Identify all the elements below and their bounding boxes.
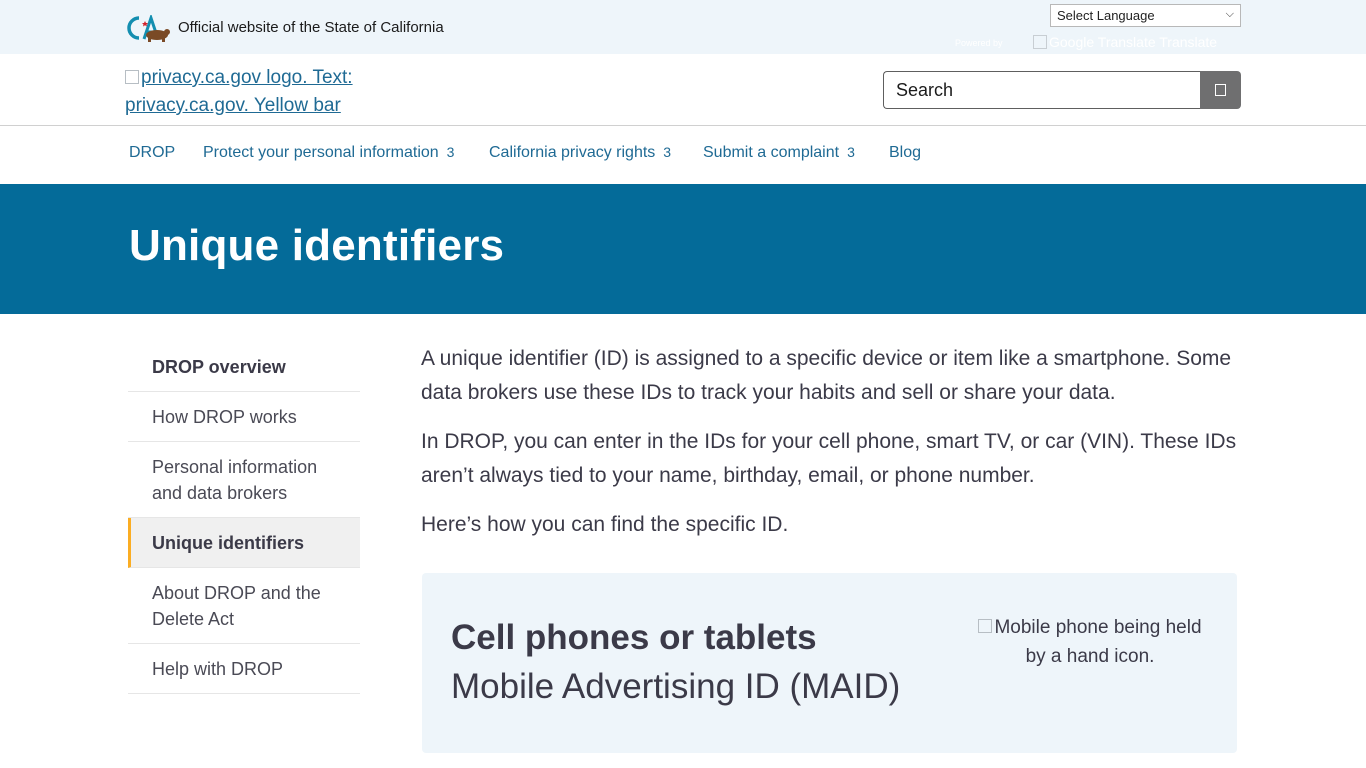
nav-item-label: Blog <box>889 144 922 161</box>
search-placeholder: Search <box>896 80 954 100</box>
broken-image-icon <box>1033 35 1047 49</box>
nav-item-label: Protect your personal information <box>203 144 439 161</box>
phone-hand-image: Mobile phone being held by a hand icon. <box>970 613 1210 671</box>
chevron-down-icon: 3 <box>663 144 672 160</box>
sidebar-item-label: About DROP and the Delete Act <box>152 583 321 629</box>
sidebar-item-label: Unique identifiers <box>152 533 305 553</box>
main-content: A unique identifier (ID) is assigned to … <box>421 342 1241 557</box>
search-icon <box>1215 84 1226 96</box>
utility-header: Official website of the State of Califor… <box>0 0 1366 54</box>
page-title: Unique identifiers <box>129 221 505 270</box>
intro-paragraph: A unique identifier (ID) is assigned to … <box>421 347 1232 404</box>
nav-item-submit-complaint[interactable]: Submit a complaint 3 <box>703 144 855 162</box>
main-navigation: DROP Protect your personal information 3 … <box>0 126 1366 184</box>
official-website-text: Official website of the State of Califor… <box>178 19 444 36</box>
nav-item-blog[interactable]: Blog <box>889 144 921 162</box>
sidebar-item-unique-identifiers[interactable]: Unique identifiers <box>128 518 360 568</box>
chevron-down-icon: ⌵ <box>1225 8 1234 20</box>
phone-image-alt: Mobile phone being held by a hand icon. <box>994 617 1202 667</box>
search-button[interactable] <box>1200 71 1241 109</box>
branding-header: privacy.ca.gov logo. Text: privacy.ca.go… <box>0 54 1366 126</box>
sidebar-item-drop-overview[interactable]: DROP overview <box>128 342 360 392</box>
california-logo[interactable] <box>125 15 171 43</box>
sidebar-item-about-drop[interactable]: About DROP and the Delete Act <box>128 568 360 644</box>
google-translate-image[interactable]: Google Translate Translate <box>1033 34 1241 52</box>
drop-ids-paragraph: In DROP, you can enter in the IDs for yo… <box>421 430 1237 487</box>
nav-item-label: Submit a complaint <box>703 144 840 161</box>
powered-by-text: Powered by <box>955 38 1003 48</box>
broken-image-icon <box>125 70 139 84</box>
search-input[interactable]: Search <box>883 71 1201 109</box>
chevron-down-icon: 3 <box>847 144 855 160</box>
find-id-paragraph: Here’s how you can find the specific ID. <box>421 513 789 536</box>
language-select[interactable]: Select Language ⌵ <box>1050 4 1241 27</box>
sidebar-item-label: Help with DROP <box>152 659 284 679</box>
page-title-banner: Unique identifiers <box>0 184 1366 314</box>
sidebar-item-label: How DROP works <box>152 407 297 427</box>
nav-item-label: California privacy rights <box>489 144 656 161</box>
site-logo-link[interactable]: privacy.ca.gov logo. Text: privacy.ca.go… <box>125 64 385 120</box>
site-logo-alt-text: privacy.ca.gov logo. Text: privacy.ca.go… <box>125 67 353 116</box>
nav-item-california-privacy-rights[interactable]: California privacy rights 3 <box>489 144 671 162</box>
sidebar-item-label: DROP overview <box>152 357 286 377</box>
broken-image-icon <box>978 619 993 633</box>
side-navigation: DROP overview How DROP works Personal in… <box>128 342 360 694</box>
card-subtitle: Mobile Advertising ID (MAID) <box>451 667 901 706</box>
nav-item-drop[interactable]: DROP <box>129 144 175 162</box>
card-title: Cell phones or tablets <box>451 618 817 657</box>
cell-phones-card: Cell phones or tablets Mobile Advertisin… <box>422 573 1237 753</box>
sidebar-item-help-with-drop[interactable]: Help with DROP <box>128 644 360 694</box>
chevron-down-icon: 3 <box>446 144 455 160</box>
nav-item-label: DROP <box>129 144 176 161</box>
nav-item-protect-personal-information[interactable]: Protect your personal information 3 <box>203 144 454 162</box>
google-translate-alt: Google Translate Translate <box>1049 34 1218 50</box>
sidebar-item-how-drop-works[interactable]: How DROP works <box>128 392 360 442</box>
sidebar-item-label: Personal information and data brokers <box>152 457 318 503</box>
sidebar-item-personal-information[interactable]: Personal information and data brokers <box>128 442 360 518</box>
language-select-value: Select Language <box>1057 8 1155 23</box>
